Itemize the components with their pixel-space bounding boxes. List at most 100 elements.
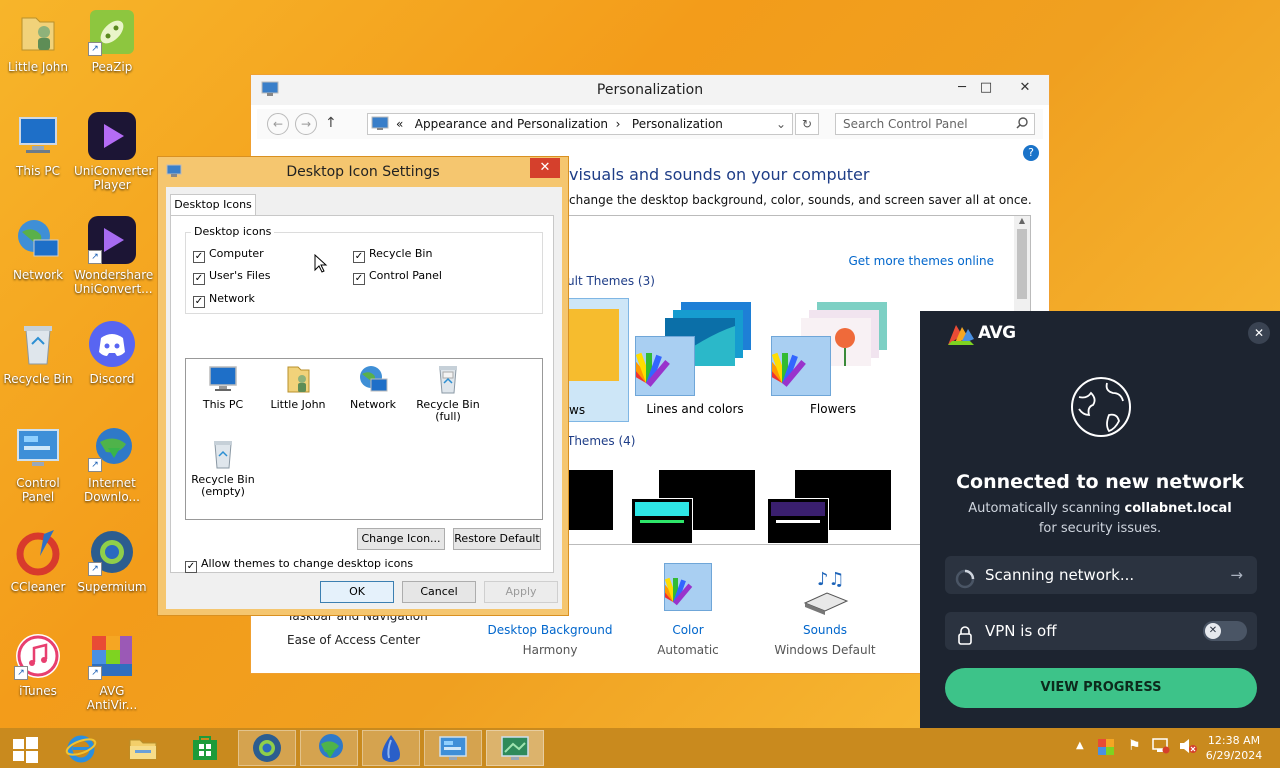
clock-time: 12:38 AM bbox=[1207, 734, 1261, 747]
taskbar-control-panel[interactable] bbox=[424, 730, 482, 766]
taskbar-app-blue-drop[interactable] bbox=[362, 730, 420, 766]
allow-themes-checkbox[interactable]: ✓ Allow themes to change desktop icons bbox=[185, 557, 413, 573]
scrollbar-thumb[interactable] bbox=[1017, 229, 1027, 299]
avg-close-button[interactable]: ✕ bbox=[1248, 322, 1270, 344]
apply-button[interactable]: Apply bbox=[484, 581, 558, 603]
users-files-checkbox[interactable]: ✓ User's Files bbox=[193, 269, 270, 285]
maximize-button[interactable]: □ bbox=[971, 77, 1001, 99]
desktop-background-label[interactable]: Desktop Background bbox=[487, 623, 613, 637]
avg-tray-icon[interactable] bbox=[1098, 739, 1116, 758]
back-button[interactable]: ← bbox=[267, 113, 289, 135]
list-item-recycle-bin-full[interactable]: Recycle Bin (full) bbox=[413, 363, 483, 423]
desktop-icon-internet-download[interactable]: ↗ Internet Downlo... bbox=[74, 424, 150, 504]
show-hidden-icons-button[interactable]: ▲ bbox=[1076, 740, 1084, 751]
cancel-button[interactable]: Cancel bbox=[402, 581, 476, 603]
desktop-icon-avg-antivirus[interactable]: ↗ AVG AntiVir... bbox=[74, 632, 150, 712]
personalization-icon bbox=[501, 736, 529, 760]
volume-muted-icon[interactable] bbox=[1178, 738, 1198, 757]
breadcrumb-personalization[interactable]: Personalization bbox=[632, 117, 723, 131]
taskbar-supermium[interactable] bbox=[238, 730, 296, 766]
dialog-titlebar[interactable]: Desktop Icon Settings ✕ bbox=[158, 157, 568, 187]
desktop-icon-supermium[interactable]: ↗ Supermium bbox=[74, 528, 150, 594]
get-more-themes-link[interactable]: Get more themes online bbox=[848, 254, 994, 268]
arrow-right-icon[interactable]: → bbox=[1230, 556, 1243, 594]
theme-flowers[interactable]: Flowers bbox=[756, 298, 899, 422]
shortcut-arrow-icon: ↗ bbox=[88, 666, 102, 680]
breadcrumb-appearance[interactable]: Appearance and Personalization bbox=[415, 117, 608, 131]
network-checkbox[interactable]: ✓ Network bbox=[193, 292, 255, 308]
taskbar-internet-download-manager[interactable] bbox=[300, 730, 358, 766]
discord-icon bbox=[88, 320, 136, 368]
dialog-close-button[interactable]: ✕ bbox=[530, 158, 560, 178]
itunes-icon: ↗ bbox=[14, 632, 62, 680]
high-contrast-theme-2[interactable] bbox=[631, 470, 755, 544]
forward-button[interactable]: → bbox=[295, 113, 317, 135]
scanning-label: Scanning network... bbox=[985, 566, 1135, 584]
restore-default-button[interactable]: Restore Default bbox=[453, 528, 541, 550]
desktop-icon-label: Discord bbox=[89, 372, 135, 386]
desktop-icon-ccleaner[interactable]: CCleaner bbox=[0, 528, 76, 594]
desktop-icon-wondershare[interactable]: ↗ Wondershare UniConvert... bbox=[74, 216, 153, 296]
search-input[interactable]: Search Control Panel bbox=[835, 113, 1035, 135]
color-item[interactable]: Color Automatic bbox=[635, 559, 741, 657]
sounds-label[interactable]: Sounds bbox=[767, 623, 883, 637]
high-contrast-theme-1[interactable] bbox=[567, 470, 613, 530]
desktop-icon-this-pc[interactable]: This PC bbox=[0, 112, 76, 178]
desktop-icon-network[interactable]: Network bbox=[0, 216, 76, 282]
scanning-network-row[interactable]: Scanning network... → bbox=[945, 556, 1257, 594]
taskbar-internet-explorer[interactable] bbox=[52, 730, 110, 766]
theme-windows[interactable]: ws bbox=[567, 298, 629, 422]
ease-of-access-link[interactable]: Ease of Access Center bbox=[287, 633, 420, 647]
clock[interactable]: 12:38 AM 6/29/2024 bbox=[1196, 733, 1272, 763]
change-icon-button[interactable]: Change Icon... bbox=[357, 528, 445, 550]
desktop-icon-peazip[interactable]: ↗ PeaZip bbox=[74, 8, 150, 74]
checkbox-checked-icon: ✓ bbox=[185, 561, 197, 573]
window-titlebar[interactable]: Personalization ─ □ ✕ bbox=[251, 75, 1049, 105]
list-item-this-pc[interactable]: This PC bbox=[188, 363, 258, 411]
chevron-down-icon[interactable]: ⌄ bbox=[776, 114, 786, 134]
network-tray-icon[interactable] bbox=[1152, 738, 1170, 757]
icon-preview-list[interactable]: This PC Little John Network Recycle Bin … bbox=[185, 358, 543, 520]
toggle-off-icon: ✕ bbox=[1205, 623, 1221, 639]
control-panel-icon bbox=[439, 736, 467, 760]
breadcrumb-overflow[interactable]: « bbox=[396, 117, 403, 131]
taskbar-personalization[interactable] bbox=[486, 730, 544, 766]
desktop-icon-discord[interactable]: Discord bbox=[74, 320, 150, 386]
action-center-flag-icon[interactable]: ⚑ bbox=[1128, 738, 1141, 754]
ok-button[interactable]: OK bbox=[320, 581, 394, 603]
search-icon[interactable] bbox=[1016, 114, 1028, 134]
high-contrast-theme-3[interactable] bbox=[767, 470, 891, 544]
color-value: Automatic bbox=[657, 643, 719, 657]
sounds-item[interactable]: ♪♫ Sounds Windows Default bbox=[767, 559, 883, 657]
control-panel-checkbox[interactable]: ✓ Control Panel bbox=[353, 269, 442, 285]
tab-desktop-icons[interactable]: Desktop Icons bbox=[170, 194, 256, 216]
vpn-toggle[interactable]: ✕ bbox=[1203, 621, 1247, 641]
recycle-bin-checkbox[interactable]: ✓ Recycle Bin bbox=[353, 247, 432, 263]
refresh-button[interactable]: ↻ bbox=[795, 113, 819, 135]
ccleaner-icon bbox=[14, 528, 62, 576]
vpn-row: VPN is off ✕ bbox=[945, 612, 1257, 650]
list-item-network[interactable]: Network bbox=[338, 363, 408, 411]
recycle-bin-full-icon bbox=[432, 363, 464, 395]
desktop-icon-little-john[interactable]: Little John bbox=[0, 8, 76, 74]
taskbar-file-explorer[interactable] bbox=[114, 730, 172, 766]
desktop-icon-uniconverter-player[interactable]: UniConverter Player bbox=[74, 112, 154, 192]
computer-checkbox[interactable]: ✓ Computer bbox=[193, 247, 264, 263]
theme-lines-and-colors[interactable]: Lines and colors bbox=[620, 298, 761, 422]
view-progress-button[interactable]: VIEW PROGRESS bbox=[945, 668, 1257, 708]
list-item-little-john[interactable]: Little John bbox=[263, 363, 333, 411]
checkbox-checked-icon: ✓ bbox=[353, 251, 365, 263]
up-button[interactable]: ↑ bbox=[325, 115, 337, 131]
taskbar-store[interactable] bbox=[176, 730, 234, 766]
breadcrumb[interactable]: « Appearance and Personalization › Perso… bbox=[367, 113, 793, 135]
desktop-icon-itunes[interactable]: ↗ iTunes bbox=[0, 632, 76, 698]
list-item-recycle-bin-empty[interactable]: Recycle Bin (empty) bbox=[188, 438, 258, 498]
help-icon[interactable]: ? bbox=[1023, 145, 1039, 161]
network-globe-icon bbox=[357, 363, 389, 395]
desktop-icon-control-panel[interactable]: Control Panel bbox=[0, 424, 76, 504]
desktop-icon-recycle-bin[interactable]: Recycle Bin bbox=[0, 320, 76, 386]
color-label[interactable]: Color bbox=[635, 623, 741, 637]
theme-preview bbox=[767, 498, 829, 544]
start-button[interactable] bbox=[0, 730, 50, 766]
close-button[interactable]: ✕ bbox=[1003, 77, 1047, 99]
